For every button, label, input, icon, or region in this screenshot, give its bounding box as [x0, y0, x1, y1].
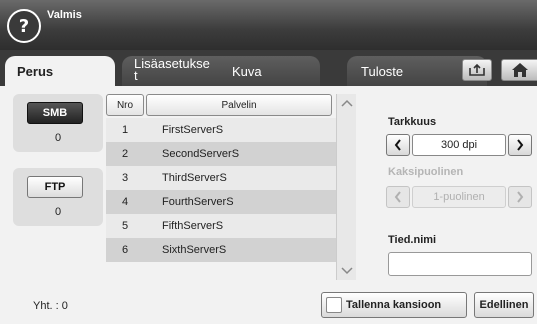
home-button[interactable]: [501, 59, 537, 81]
resolution-decrease-button[interactable]: [386, 134, 410, 156]
row-number: 4: [121, 196, 129, 208]
filename-label: Tied.nimi: [388, 234, 437, 246]
status-text: Valmis: [47, 9, 82, 21]
home-icon: [511, 63, 528, 77]
server-name: SixthServerS: [162, 244, 227, 256]
column-header-nro[interactable]: Nro: [106, 94, 144, 116]
server-name: FirstServerS: [162, 124, 224, 136]
duplex-value: 1-puolinen: [412, 186, 506, 208]
tab-kuva[interactable]: Kuva: [212, 56, 320, 86]
server-name: FourthServerS: [162, 196, 234, 208]
row-number: 2: [121, 148, 129, 160]
save-to-folder-checkbox[interactable]: [326, 297, 342, 313]
ftp-count: 0: [54, 206, 62, 218]
table-row[interactable]: 4 FourthServerS: [106, 190, 336, 214]
smb-button[interactable]: SMB: [27, 102, 83, 124]
tab-lisaasetukset-label: Lisäasetukse t: [134, 56, 210, 83]
table-scrollbar[interactable]: [336, 94, 356, 280]
table-row[interactable]: 2 SecondServerS: [106, 142, 336, 166]
chevron-right-icon: [517, 191, 524, 203]
table-header: Nro Palvelin: [106, 94, 336, 116]
ftp-button[interactable]: FTP: [27, 176, 83, 198]
scroll-up-button[interactable]: [337, 94, 357, 112]
duplex-label: Kaksipuolinen: [388, 166, 464, 178]
main-content: SMB 0 FTP 0 Nro Palvelin 1 FirstServerS …: [0, 86, 537, 324]
tab-tuloste-label: Tuloste: [361, 63, 404, 79]
duplex-decrease-button[interactable]: [386, 186, 410, 208]
duplex-spinner: 1-puolinen: [386, 186, 532, 208]
duplex-increase-button[interactable]: [508, 186, 532, 208]
previous-button[interactable]: Edellinen: [474, 292, 534, 318]
table-row[interactable]: 1 FirstServerS: [106, 118, 336, 142]
table-row[interactable]: 5 FifthServerS: [106, 214, 336, 238]
smb-panel: SMB 0: [13, 94, 103, 152]
scan-to-server-screen: ? Valmis Lisäasetukse t Tuloste Kuva Peru…: [0, 0, 537, 324]
chevron-left-icon: [394, 139, 401, 151]
table-row[interactable]: 3 ThirdServerS: [106, 166, 336, 190]
tab-kuva-label: Kuva: [232, 63, 262, 79]
row-number: 5: [121, 220, 129, 232]
server-name: SecondServerS: [162, 148, 240, 160]
filename-input[interactable]: [388, 252, 532, 276]
smb-count: 0: [54, 132, 62, 144]
resolution-label: Tarkkuus: [388, 116, 437, 128]
export-tray-icon: [469, 63, 485, 76]
export-button[interactable]: [462, 59, 492, 81]
tab-perus-label: Perus: [17, 63, 54, 79]
server-table: Nro Palvelin 1 FirstServerS 2 SecondServ…: [106, 94, 336, 280]
help-icon[interactable]: ?: [7, 9, 41, 43]
total-count-label: Yht. : 0: [33, 300, 68, 312]
title-bar: ? Valmis: [0, 0, 537, 50]
chevron-up-icon: [341, 99, 353, 107]
column-header-palvelin[interactable]: Palvelin: [146, 94, 332, 116]
scroll-down-button[interactable]: [337, 262, 357, 280]
row-number: 1: [121, 124, 129, 136]
server-name: ThirdServerS: [162, 172, 227, 184]
previous-label: Edellinen: [479, 299, 529, 311]
save-to-folder-button[interactable]: Tallenna kansioon: [321, 292, 467, 318]
chevron-down-icon: [341, 267, 353, 275]
tab-bar: Lisäasetukse t Tuloste Kuva Perus: [0, 50, 537, 86]
ftp-panel: FTP 0: [13, 168, 103, 226]
table-row[interactable]: 6 SixthServerS: [106, 238, 336, 262]
chevron-right-icon: [517, 139, 524, 151]
resolution-value: 300 dpi: [412, 134, 506, 156]
tab-perus[interactable]: Perus: [5, 56, 115, 86]
resolution-spinner: 300 dpi: [386, 134, 532, 156]
row-number: 6: [121, 244, 129, 256]
resolution-increase-button[interactable]: [508, 134, 532, 156]
chevron-left-icon: [394, 191, 401, 203]
save-to-folder-label: Tallenna kansioon: [346, 299, 442, 311]
server-name: FifthServerS: [162, 220, 224, 232]
row-number: 3: [121, 172, 129, 184]
